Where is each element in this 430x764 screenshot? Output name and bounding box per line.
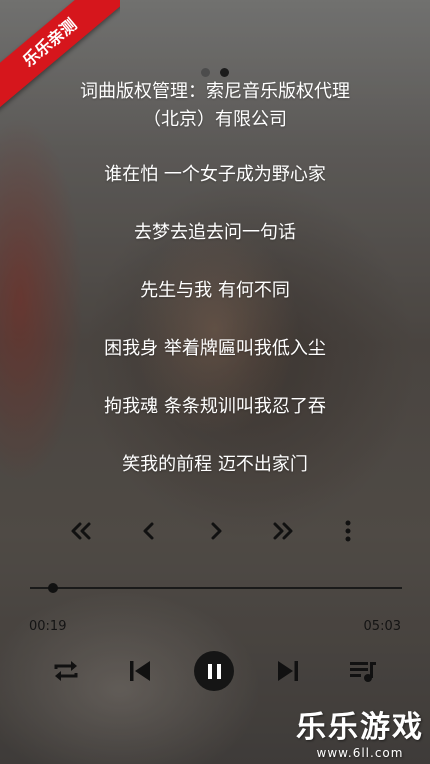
playback-controls (0, 650, 430, 692)
lyric-line: 拘我魂 条条规训叫我忍了吞 (104, 396, 326, 417)
skip-next-icon (278, 661, 298, 681)
fast-forward-button[interactable] (264, 513, 300, 549)
lyric-lines: 谁在怕 一个女子成为野心家 去梦去追去问一句话 先生与我 有何不同 困我身 举着… (0, 162, 430, 510)
lyric-line: 去梦去追去问一句话 (134, 222, 296, 243)
duration-time: 05:03 (363, 619, 401, 634)
lyric-line: 谁在怕 一个女子成为野心家 (104, 164, 326, 185)
more-options-button[interactable] (330, 513, 366, 549)
chevron-left-icon (143, 522, 154, 540)
lyric-forward-button[interactable] (198, 513, 234, 549)
chevron-right-icon (211, 522, 222, 540)
more-vertical-icon (345, 520, 351, 542)
rewind-fast-button[interactable] (64, 513, 100, 549)
double-chevron-left-icon (71, 522, 91, 540)
lyric-line: 困我身 举着牌匾叫我低入尘 (104, 338, 326, 359)
seek-track (30, 587, 402, 589)
current-time: 00:19 (29, 619, 67, 634)
lyric-control-row (0, 513, 430, 549)
watermark: 乐乐游戏 www.6ll.com (296, 710, 424, 760)
seek-handle[interactable] (48, 583, 59, 593)
pause-button[interactable] (193, 650, 235, 692)
page-dot-2-active[interactable] (220, 68, 229, 77)
ribbon-label: 乐乐亲测 (0, 0, 120, 114)
playlist-button[interactable] (342, 650, 384, 692)
repeat-button[interactable] (45, 650, 87, 692)
playlist-icon (350, 662, 376, 682)
watermark-url: www.6ll.com (316, 746, 404, 760)
corner-ribbon: 乐乐亲测 (0, 0, 120, 120)
repeat-icon (54, 661, 78, 681)
seek-bar[interactable] (30, 580, 402, 596)
lyric-line: 先生与我 有何不同 (140, 280, 290, 301)
next-track-button[interactable] (267, 650, 309, 692)
previous-track-button[interactable] (119, 650, 161, 692)
pause-icon (194, 651, 234, 691)
skip-previous-icon (130, 661, 150, 681)
lyric-line: 笑我的前程 迈不出家门 (122, 454, 308, 475)
page-dot-1[interactable] (201, 68, 210, 77)
watermark-title: 乐乐游戏 (296, 710, 424, 745)
double-chevron-right-icon (273, 522, 293, 540)
lyric-back-button[interactable] (131, 513, 167, 549)
